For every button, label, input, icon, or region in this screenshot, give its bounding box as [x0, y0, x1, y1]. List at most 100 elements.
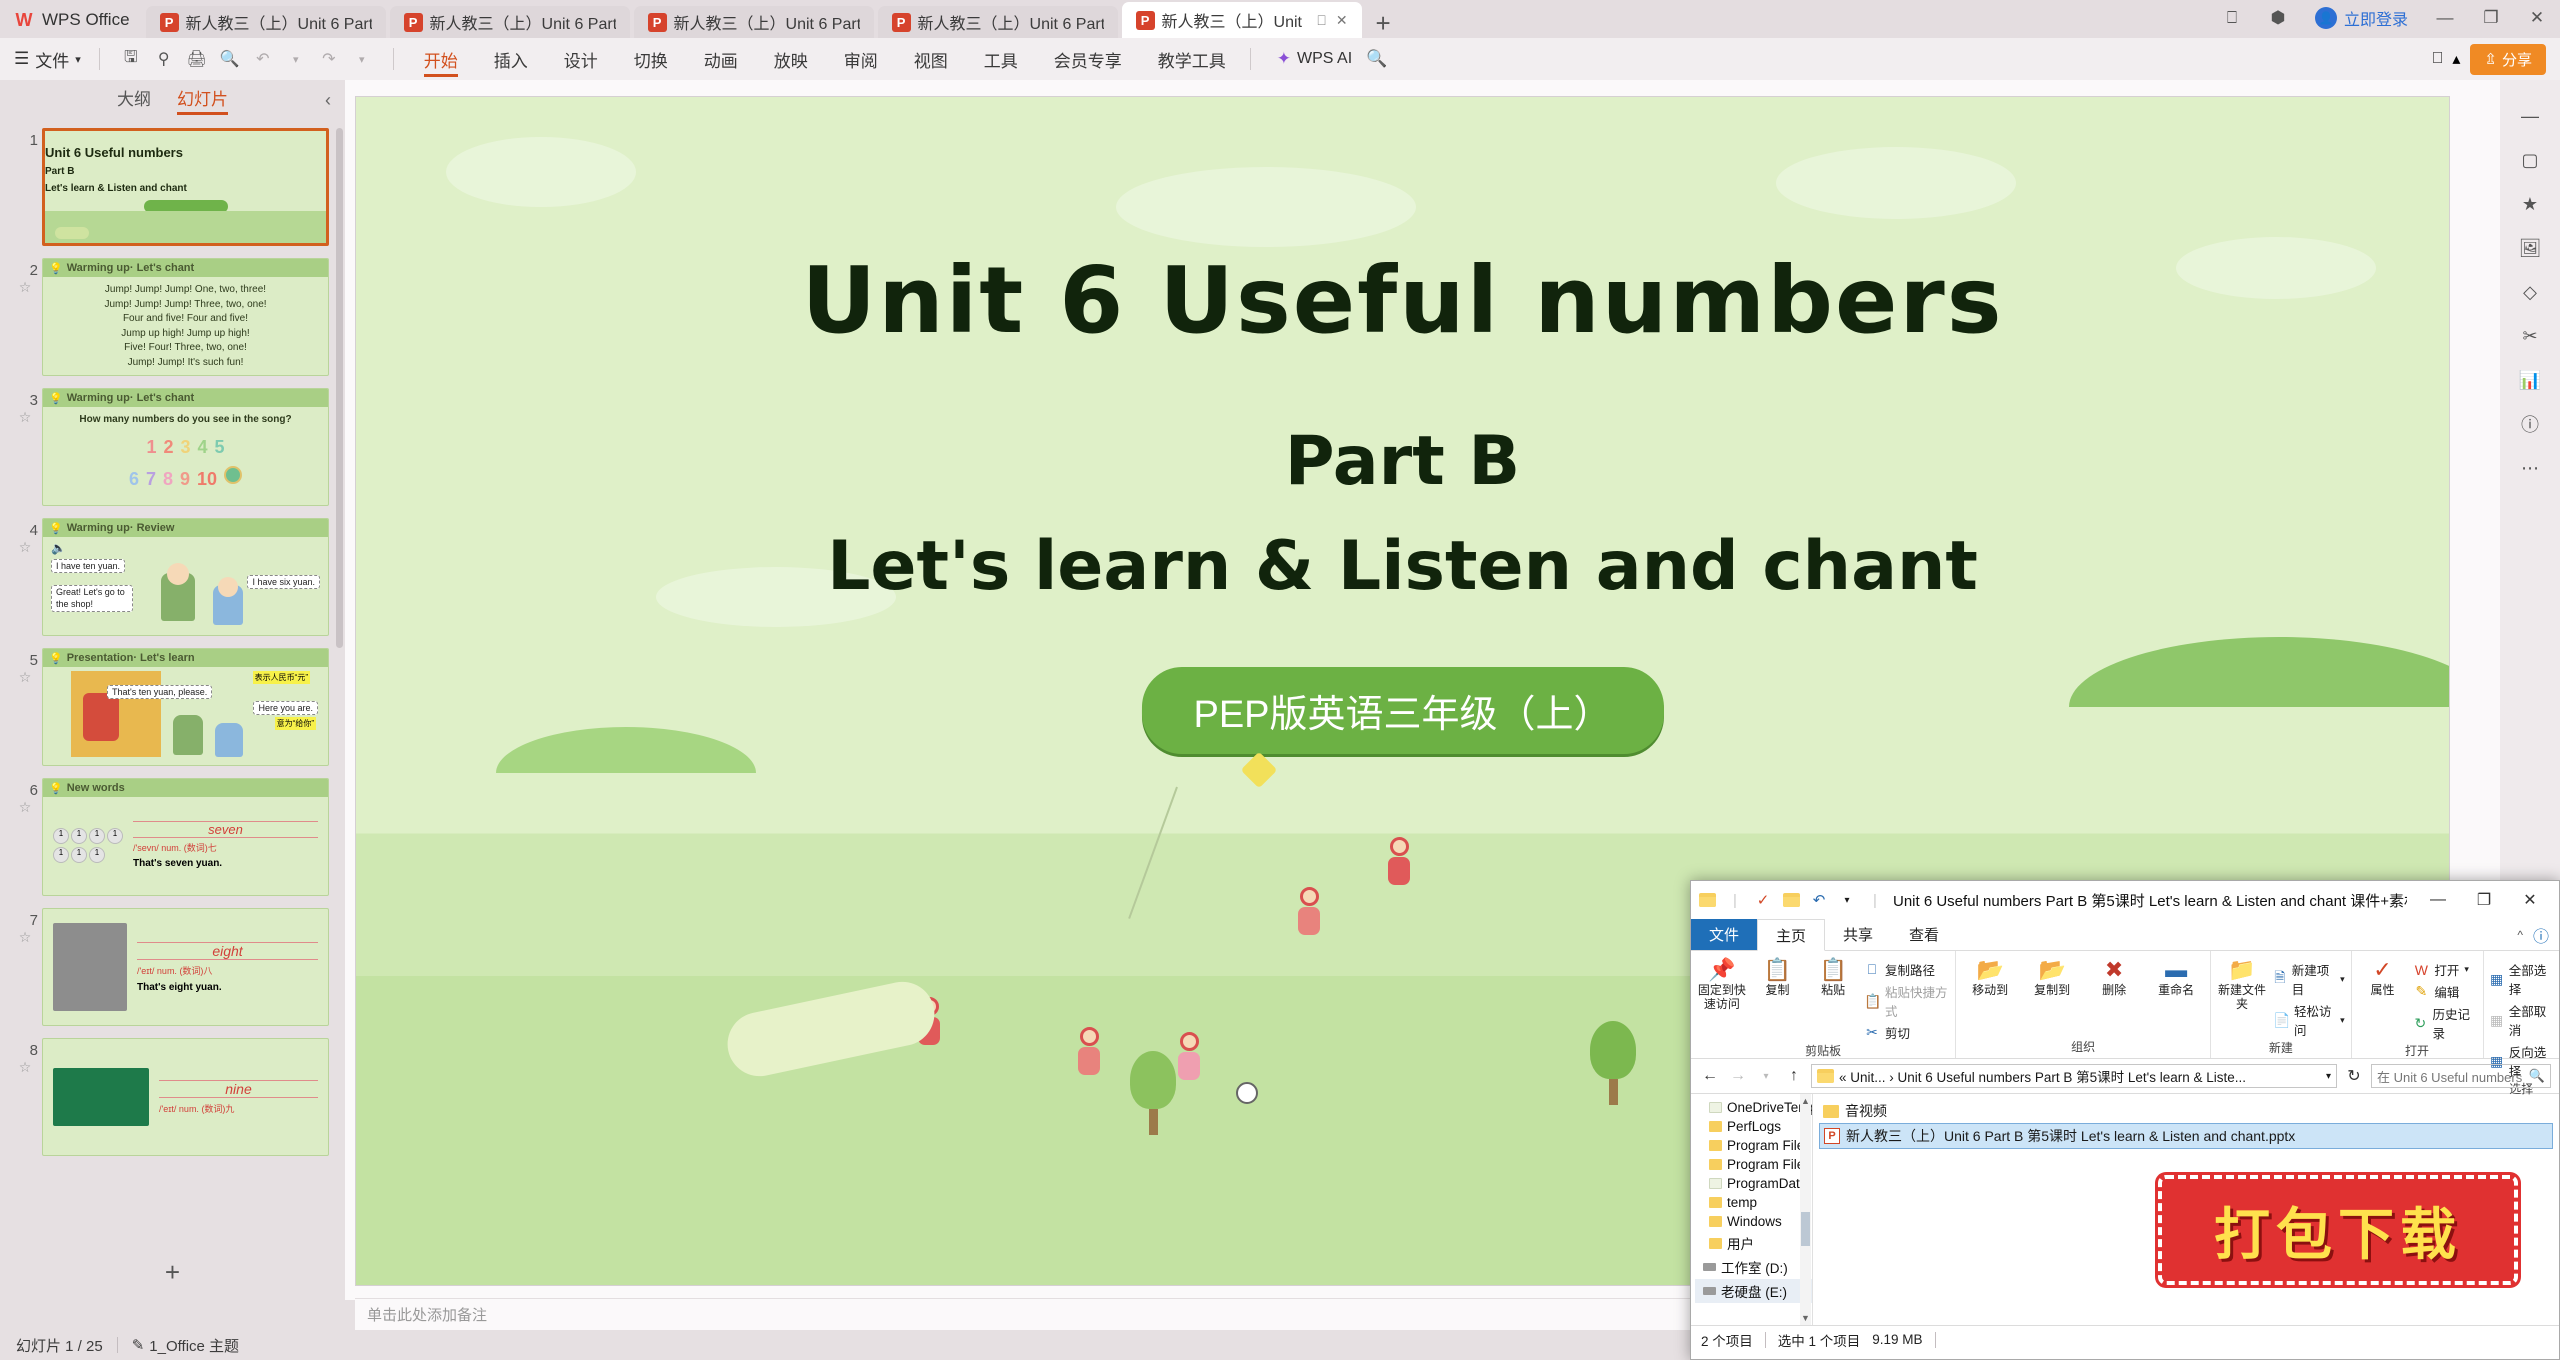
cut-button[interactable]: ✂ 剪切 — [1864, 1023, 1949, 1042]
chevron-up-icon[interactable]: ▲ — [1800, 1096, 1811, 1106]
tree-item-users[interactable]: 用户 — [1695, 1231, 1812, 1255]
theme-button[interactable]: ✎ 1_Office 主题 — [132, 1335, 239, 1356]
folder-icon[interactable] — [1697, 891, 1717, 909]
chevron-up-icon[interactable]: ^ — [2517, 928, 2523, 942]
star-icon[interactable]: ☆ — [12, 279, 38, 296]
tree-scrollbar[interactable]: ▲ ▼ — [1800, 1094, 1811, 1325]
wps-ai-button[interactable]: ✦ WPS AI — [1257, 49, 1366, 69]
document-tab-1[interactable]: P 新人教三（上）Unit 6 Part A 第1课时 — [145, 6, 386, 38]
scroll-thumb[interactable] — [1801, 1212, 1810, 1246]
refresh-icon[interactable]: ↻ — [2343, 1066, 2365, 1086]
new-item-button[interactable]: 🗎 新建项目 ▾ — [2273, 960, 2344, 998]
print-preview-icon[interactable]: 🔍 — [215, 45, 245, 73]
tree-item-programdata[interactable]: ProgramData — [1695, 1174, 1812, 1193]
chart-icon[interactable]: 📊 — [2509, 358, 2551, 402]
shapes-icon[interactable]: ◇ — [2509, 270, 2551, 314]
collapse-ribbon-icon[interactable]: ▴ — [2452, 49, 2460, 69]
ribbon-tab-tools[interactable]: 工具 — [966, 38, 1036, 80]
thumbnail-preview[interactable]: 💡 Warming up· Review 🔈 I have ten yuan. … — [42, 518, 329, 636]
tree-item-perflogs[interactable]: PerfLogs — [1695, 1117, 1812, 1136]
ribbon-tab-animations[interactable]: 动画 — [686, 38, 756, 80]
document-tab-5-active[interactable]: P 新人教三（上）Unit 6 Part B ⎕ ✕ — [1121, 2, 1362, 38]
move-to-button[interactable]: 📂 移动到 — [1962, 957, 2018, 998]
thumbnail-preview[interactable]: eight /'eɪt/ num. (数词)八 That's eight yua… — [42, 908, 329, 1026]
tab-slides[interactable]: 幻灯片 — [177, 85, 228, 115]
star-icon[interactable]: ☆ — [12, 539, 38, 556]
undo-icon[interactable]: ↶ — [248, 45, 278, 73]
search-input[interactable]: 在 Unit 6 Useful numbers Part B... 🔍 — [2371, 1064, 2551, 1088]
tree-item-drive-e[interactable]: 老硬盘 (E:) — [1695, 1279, 1812, 1303]
dropdown-icon[interactable]: ▾ — [1837, 891, 1857, 909]
tree-item-windows[interactable]: Windows — [1695, 1212, 1812, 1231]
ribbon-tab-transitions[interactable]: 切换 — [616, 38, 686, 80]
undo-dropdown-icon[interactable]: ▾ — [281, 45, 311, 73]
thumbnail-item-6[interactable]: 6 ☆ 💡 New words 1 1 1 1 1 1 1 seven /'se… — [0, 772, 345, 902]
thumbnail-item-2[interactable]: 2 ☆ 💡 Warming up· Let's chant Jump! Jump… — [0, 252, 345, 382]
star-icon[interactable]: ★ — [2509, 182, 2551, 226]
save-icon[interactable]: 🖫 — [116, 45, 146, 73]
file-row-folder[interactable]: 音视频 — [1819, 1099, 2553, 1123]
properties-button[interactable]: ✓ 属性 — [2358, 957, 2408, 998]
properties-icon[interactable]: ✓ — [1753, 891, 1773, 909]
text-box-icon[interactable]: ▢ — [2509, 138, 2551, 182]
document-tab-3[interactable]: P 新人教三（上）Unit 6 Part A 第3课时 — [633, 6, 874, 38]
ribbon-tab-teaching-tools[interactable]: 教学工具 — [1140, 38, 1244, 80]
easy-access-button[interactable]: 📄 轻松访问 ▾ — [2273, 1001, 2345, 1039]
document-tab-2[interactable]: P 新人教三（上）Unit 6 Part A 第2课时 — [389, 6, 630, 38]
delete-button[interactable]: ✖ 删除 — [2086, 957, 2142, 998]
ribbon-tab-review[interactable]: 审阅 — [826, 38, 896, 80]
help-circle-icon[interactable]: ⓘ — [2533, 923, 2549, 947]
star-icon[interactable]: ☆ — [12, 669, 38, 686]
chevron-left-icon[interactable]: ‹ — [325, 90, 331, 111]
star-icon[interactable]: ☆ — [12, 799, 38, 816]
thumbnail-preview[interactable]: 💡 Warming up· Let's chant How many numbe… — [42, 388, 329, 506]
print-icon[interactable]: 🖨 — [182, 45, 212, 73]
rename-button[interactable]: ▬ 重命名 — [2148, 957, 2204, 998]
image-icon[interactable]: 🖼 — [2509, 226, 2551, 270]
cube-icon[interactable]: ⬢ — [2255, 0, 2301, 36]
customize-icon[interactable]: ▾ — [347, 45, 377, 73]
breadcrumb[interactable]: « Unit... › Unit 6 Useful numbers Part B… — [1811, 1064, 2337, 1088]
close-icon[interactable]: ✕ — [2514, 0, 2560, 36]
explorer-menu-home[interactable]: 主页 — [1757, 919, 1826, 951]
explorer-menu-bar[interactable]: 文件 主页 共享 查看 ^ ⓘ — [1691, 919, 2559, 951]
ribbon-tabs[interactable]: 开始 插入 设计 切换 动画 放映 审阅 视图 工具 会员专享 教学工具 — [406, 38, 1244, 80]
explorer-menu-share[interactable]: 共享 — [1825, 919, 1891, 950]
ribbon-tab-design[interactable]: 设计 — [546, 38, 616, 80]
document-tabs[interactable]: P 新人教三（上）Unit 6 Part A 第1课时 P 新人教三（上）Uni… — [145, 0, 1405, 38]
explorer-minimize-icon[interactable]: — — [2415, 885, 2461, 915]
quick-access-toolbar[interactable]: 🖫 ⚲ 🖨 🔍 ↶ ▾ ↷ ▾ — [106, 45, 387, 73]
add-slide-button[interactable]: + — [0, 1257, 345, 1288]
tab-outline[interactable]: 大纲 — [117, 85, 151, 115]
thumbnail-item-1[interactable]: 1 Unit 6 Useful numbers Part B Let's lea… — [0, 122, 345, 252]
edit-button[interactable]: ✎ 编辑 — [2413, 982, 2476, 1001]
arrow-up-icon[interactable]: ↑ — [1783, 1067, 1805, 1085]
file-row-pptx[interactable]: P 新人教三（上）Unit 6 Part B 第5课时 Let's learn … — [1819, 1123, 2553, 1149]
minus-icon[interactable]: — — [2509, 94, 2551, 138]
present-tab-icon[interactable]: ⎕ — [1317, 12, 1325, 29]
more-icon[interactable]: ⋯ — [2509, 446, 2551, 490]
chevron-down-icon[interactable]: ▼ — [1800, 1313, 1811, 1323]
explorer-nav-tree[interactable]: OneDriveTemp PerfLogs Program Files Prog… — [1691, 1094, 1813, 1325]
ribbon-tab-view[interactable]: 视图 — [896, 38, 966, 80]
arrow-left-icon[interactable]: ← — [1699, 1067, 1721, 1085]
explorer-maximize-icon[interactable]: ❐ — [2461, 885, 2507, 915]
tree-item-temp[interactable]: temp — [1695, 1193, 1812, 1212]
star-icon[interactable]: ☆ — [12, 409, 38, 426]
folder-icon[interactable] — [1781, 891, 1801, 909]
file-menu-button[interactable]: ☰ 文件 ▾ — [0, 47, 93, 72]
copy-to-button[interactable]: 📂 复制到 — [2024, 957, 2080, 998]
thumbnail-item-7[interactable]: 7 ☆ eight /'eɪt/ num. (数词)八 That's eight… — [0, 902, 345, 1032]
star-icon[interactable]: ☆ — [12, 929, 38, 946]
help-icon[interactable]: ⓘ — [2509, 402, 2551, 446]
document-tab-4[interactable]: P 新人教三（上）Unit 6 Part B 第4课时 — [877, 6, 1118, 38]
thumbnail-item-5[interactable]: 5 ☆ 💡 Presentation· Let's learn 表示人民币“元”… — [0, 642, 345, 772]
thumbnail-item-8[interactable]: 8 ☆ nine /'eɪt/ num. (数词)九 — [0, 1032, 345, 1162]
thumbnail-item-4[interactable]: 4 ☆ 💡 Warming up· Review 🔈 I have ten yu… — [0, 512, 345, 642]
explorer-menu-view[interactable]: 查看 — [1891, 919, 1957, 950]
window-layout-icon[interactable]: ⎕ — [2209, 0, 2255, 36]
ribbon-tab-home[interactable]: 开始 — [406, 38, 476, 80]
ribbon-tab-insert[interactable]: 插入 — [476, 38, 546, 80]
copy-path-button[interactable]: ⎕ 复制路径 — [1864, 960, 1949, 979]
share-button[interactable]: ⇫ 分享 — [2470, 43, 2546, 75]
